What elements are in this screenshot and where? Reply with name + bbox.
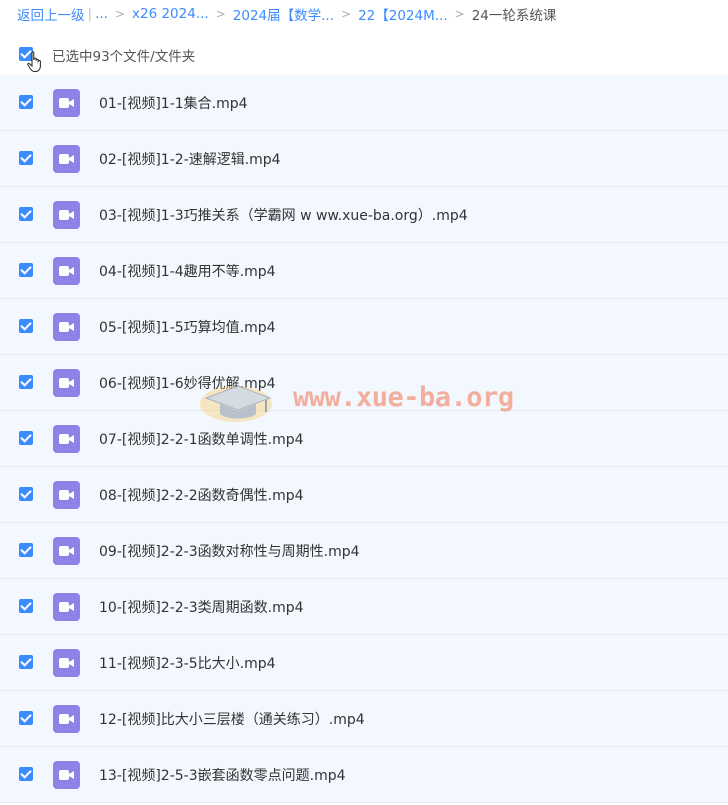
file-row[interactable]: 06-[视频]1-6妙得优解.mp4 (0, 355, 728, 411)
video-file-icon (53, 145, 80, 173)
chevron-right-icon: > (114, 7, 125, 21)
file-name[interactable]: 10-[视频]2-2-3类周期函数.mp4 (99, 597, 304, 617)
breadcrumb-item-1[interactable]: x26 2024... (132, 6, 209, 22)
row-checkbox[interactable] (19, 431, 33, 445)
file-row[interactable]: 02-[视频]1-2-速解逻辑.mp4 (0, 131, 728, 187)
video-file-icon (53, 369, 80, 397)
row-checkbox[interactable] (19, 95, 33, 109)
row-checkbox[interactable] (19, 207, 33, 221)
video-file-icon (53, 705, 80, 733)
row-checkbox[interactable] (19, 767, 33, 781)
video-file-icon (53, 257, 80, 285)
breadcrumb-divider: | (87, 6, 93, 22)
row-checkbox[interactable] (19, 319, 33, 333)
video-file-icon (53, 761, 80, 789)
selection-count-label: 已选中93个文件/文件夹 (52, 49, 196, 65)
video-file-icon (53, 89, 80, 117)
row-checkbox[interactable] (19, 263, 33, 277)
row-checkbox[interactable] (19, 711, 33, 725)
file-name[interactable]: 02-[视频]1-2-速解逻辑.mp4 (99, 149, 281, 169)
file-row[interactable]: 10-[视频]2-2-3类周期函数.mp4 (0, 579, 728, 635)
video-file-icon (53, 201, 80, 229)
file-name[interactable]: 03-[视频]1-3巧推关系（学霸网 w ww.xue-ba.org）.mp4 (99, 205, 468, 225)
selection-header: 已选中93个文件/文件夹 (0, 38, 728, 72)
chevron-right-icon: > (215, 7, 226, 21)
video-file-icon (53, 425, 80, 453)
file-row[interactable]: 12-[视频]比大小三层楼（通关练习）.mp4 (0, 691, 728, 747)
chevron-right-icon: > (341, 7, 352, 21)
row-checkbox[interactable] (19, 599, 33, 613)
hand-cursor-icon (27, 51, 41, 72)
video-file-icon (53, 537, 80, 565)
breadcrumb-item-3[interactable]: 22【2024M... (358, 4, 448, 24)
row-checkbox[interactable] (19, 151, 33, 165)
file-name[interactable]: 05-[视频]1-5巧算均值.mp4 (99, 317, 276, 337)
row-checkbox[interactable] (19, 543, 33, 557)
breadcrumb: 返回上一级 | ... > x26 2024... > 2024届【数学... … (17, 0, 728, 28)
file-row[interactable]: 08-[视频]2-2-2函数奇偶性.mp4 (0, 467, 728, 523)
row-checkbox[interactable] (19, 375, 33, 389)
file-name[interactable]: 13-[视频]2-5-3嵌套函数零点问题.mp4 (99, 765, 346, 785)
video-file-icon (53, 593, 80, 621)
file-row[interactable]: 09-[视频]2-2-3函数对称性与周期性.mp4 (0, 523, 728, 579)
file-name[interactable]: 12-[视频]比大小三层楼（通关练习）.mp4 (99, 709, 365, 729)
file-name[interactable]: 11-[视频]2-3-5比大小.mp4 (99, 653, 276, 673)
video-file-icon (53, 649, 80, 677)
file-list: 01-[视频]1-1集合.mp4 02-[视频]1-2-速解逻辑.mp4 03-… (0, 75, 728, 803)
file-row[interactable]: 05-[视频]1-5巧算均值.mp4 (0, 299, 728, 355)
breadcrumb-current: 24一轮系统课 (471, 8, 557, 24)
file-name[interactable]: 08-[视频]2-2-2函数奇偶性.mp4 (99, 485, 304, 505)
row-checkbox[interactable] (19, 655, 33, 669)
breadcrumb-item-2[interactable]: 2024届【数学... (233, 4, 334, 24)
file-row[interactable]: 13-[视频]2-5-3嵌套函数零点问题.mp4 (0, 747, 728, 803)
file-name[interactable]: 07-[视频]2-2-1函数单调性.mp4 (99, 429, 304, 449)
file-name[interactable]: 06-[视频]1-6妙得优解.mp4 (99, 373, 276, 393)
video-file-icon (53, 481, 80, 509)
file-row[interactable]: 01-[视频]1-1集合.mp4 (0, 75, 728, 131)
chevron-right-icon: > (454, 7, 465, 21)
file-name[interactable]: 04-[视频]1-4趣用不等.mp4 (99, 261, 276, 281)
breadcrumb-ellipsis[interactable]: ... (95, 6, 108, 22)
file-row[interactable]: 04-[视频]1-4趣用不等.mp4 (0, 243, 728, 299)
row-checkbox[interactable] (19, 487, 33, 501)
file-name[interactable]: 01-[视频]1-1集合.mp4 (99, 93, 248, 113)
file-row[interactable]: 03-[视频]1-3巧推关系（学霸网 w ww.xue-ba.org）.mp4 (0, 187, 728, 243)
video-file-icon (53, 313, 80, 341)
file-row[interactable]: 11-[视频]2-3-5比大小.mp4 (0, 635, 728, 691)
back-link[interactable]: 返回上一级 (17, 4, 85, 24)
file-name[interactable]: 09-[视频]2-2-3函数对称性与周期性.mp4 (99, 541, 360, 561)
file-row[interactable]: 07-[视频]2-2-1函数单调性.mp4 (0, 411, 728, 467)
